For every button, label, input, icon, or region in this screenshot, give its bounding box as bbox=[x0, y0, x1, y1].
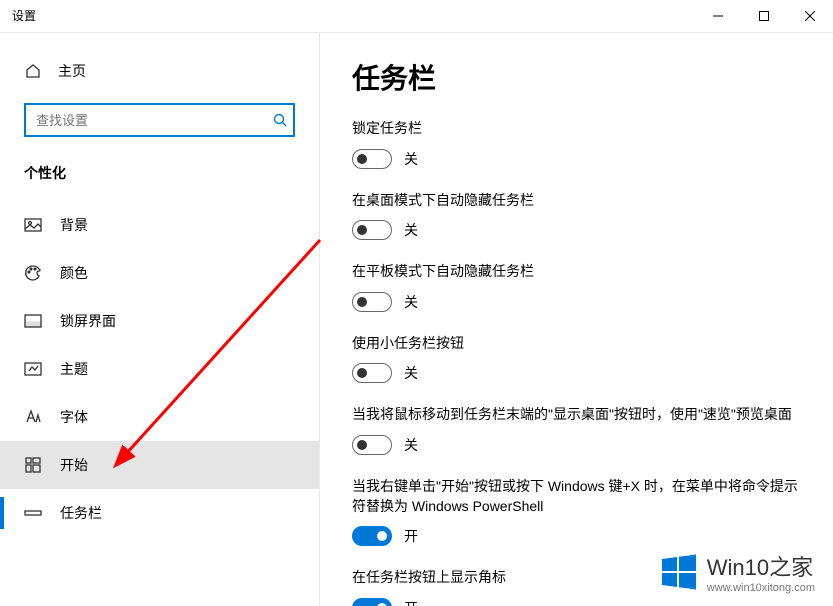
toggle-switch[interactable] bbox=[352, 149, 392, 169]
toggle-switch[interactable] bbox=[352, 363, 392, 383]
watermark: Win10之家 www.win10xitong.com bbox=[659, 550, 815, 594]
start-icon bbox=[24, 456, 42, 474]
toggle-state-label: 关 bbox=[404, 220, 418, 240]
maximize-button[interactable] bbox=[741, 0, 787, 32]
toggle-state-label: 关 bbox=[404, 149, 418, 169]
close-button[interactable] bbox=[787, 0, 833, 32]
sidebar-item-label: 主题 bbox=[60, 359, 88, 379]
minimize-button[interactable] bbox=[695, 0, 741, 32]
toggle-switch[interactable] bbox=[352, 435, 392, 455]
sidebar: 主页 个性化 背景 颜色 锁屏界 bbox=[0, 33, 320, 606]
sidebar-item-background[interactable]: 背景 bbox=[0, 201, 319, 249]
toggle-switch[interactable] bbox=[352, 220, 392, 240]
toggle-state-label: 关 bbox=[404, 435, 418, 455]
home-link[interactable]: 主页 bbox=[0, 51, 319, 91]
lockscreen-icon bbox=[24, 312, 42, 330]
search-icon bbox=[273, 113, 287, 127]
setting-item: 使用小任务栏按钮关 bbox=[352, 334, 801, 384]
toggle-switch[interactable] bbox=[352, 292, 392, 312]
home-icon bbox=[24, 62, 42, 80]
toggle-switch[interactable] bbox=[352, 526, 392, 546]
sidebar-item-start[interactable]: 开始 bbox=[0, 441, 319, 489]
setting-label: 在平板模式下自动隐藏任务栏 bbox=[352, 262, 801, 282]
font-icon bbox=[24, 408, 42, 426]
sidebar-item-label: 锁屏界面 bbox=[60, 311, 116, 331]
home-label: 主页 bbox=[58, 61, 86, 81]
setting-label: 当我右键单击"开始"按钮或按下 Windows 键+X 时，在菜单中将命令提示符… bbox=[352, 477, 801, 516]
windows-logo-icon bbox=[659, 552, 699, 592]
setting-item: 锁定任务栏关 bbox=[352, 119, 801, 169]
picture-icon bbox=[24, 216, 42, 234]
setting-label: 在桌面模式下自动隐藏任务栏 bbox=[352, 191, 801, 211]
setting-item: 在平板模式下自动隐藏任务栏关 bbox=[352, 262, 801, 312]
section-title: 个性化 bbox=[0, 155, 319, 201]
toggle-switch[interactable] bbox=[352, 598, 392, 606]
sidebar-item-taskbar[interactable]: 任务栏 bbox=[0, 489, 319, 537]
toggle-state-label: 开 bbox=[404, 526, 418, 546]
setting-item: 当我右键单击"开始"按钮或按下 Windows 键+X 时，在菜单中将命令提示符… bbox=[352, 477, 801, 546]
setting-label: 当我将鼠标移动到任务栏末端的"显示桌面"按钮时，使用"速览"预览桌面 bbox=[352, 405, 801, 425]
sidebar-item-themes[interactable]: 主题 bbox=[0, 345, 319, 393]
taskbar-icon bbox=[24, 504, 42, 522]
sidebar-item-label: 任务栏 bbox=[60, 503, 102, 523]
setting-item: 当我将鼠标移动到任务栏末端的"显示桌面"按钮时，使用"速览"预览桌面关 bbox=[352, 405, 801, 455]
sidebar-item-label: 颜色 bbox=[60, 263, 88, 283]
palette-icon bbox=[24, 264, 42, 282]
window-title: 设置 bbox=[12, 7, 36, 24]
sidebar-item-colors[interactable]: 颜色 bbox=[0, 249, 319, 297]
page-title: 任务栏 bbox=[352, 57, 801, 97]
toggle-state-label: 开 bbox=[404, 598, 418, 606]
setting-label: 使用小任务栏按钮 bbox=[352, 334, 801, 354]
setting-label: 锁定任务栏 bbox=[352, 119, 801, 139]
toggle-state-label: 关 bbox=[404, 363, 418, 383]
watermark-url: www.win10xitong.com bbox=[707, 582, 815, 594]
content-pane: 任务栏 锁定任务栏关在桌面模式下自动隐藏任务栏关在平板模式下自动隐藏任务栏关使用… bbox=[320, 33, 833, 606]
themes-icon bbox=[24, 360, 42, 378]
sidebar-item-lockscreen[interactable]: 锁屏界面 bbox=[0, 297, 319, 345]
search-input[interactable] bbox=[24, 103, 295, 137]
sidebar-item-label: 开始 bbox=[60, 455, 88, 475]
watermark-title: Win10之家 bbox=[707, 550, 815, 582]
toggle-state-label: 关 bbox=[404, 292, 418, 312]
sidebar-item-fonts[interactable]: 字体 bbox=[0, 393, 319, 441]
sidebar-item-label: 背景 bbox=[60, 215, 88, 235]
sidebar-item-label: 字体 bbox=[60, 407, 88, 427]
setting-item: 在桌面模式下自动隐藏任务栏关 bbox=[352, 191, 801, 241]
